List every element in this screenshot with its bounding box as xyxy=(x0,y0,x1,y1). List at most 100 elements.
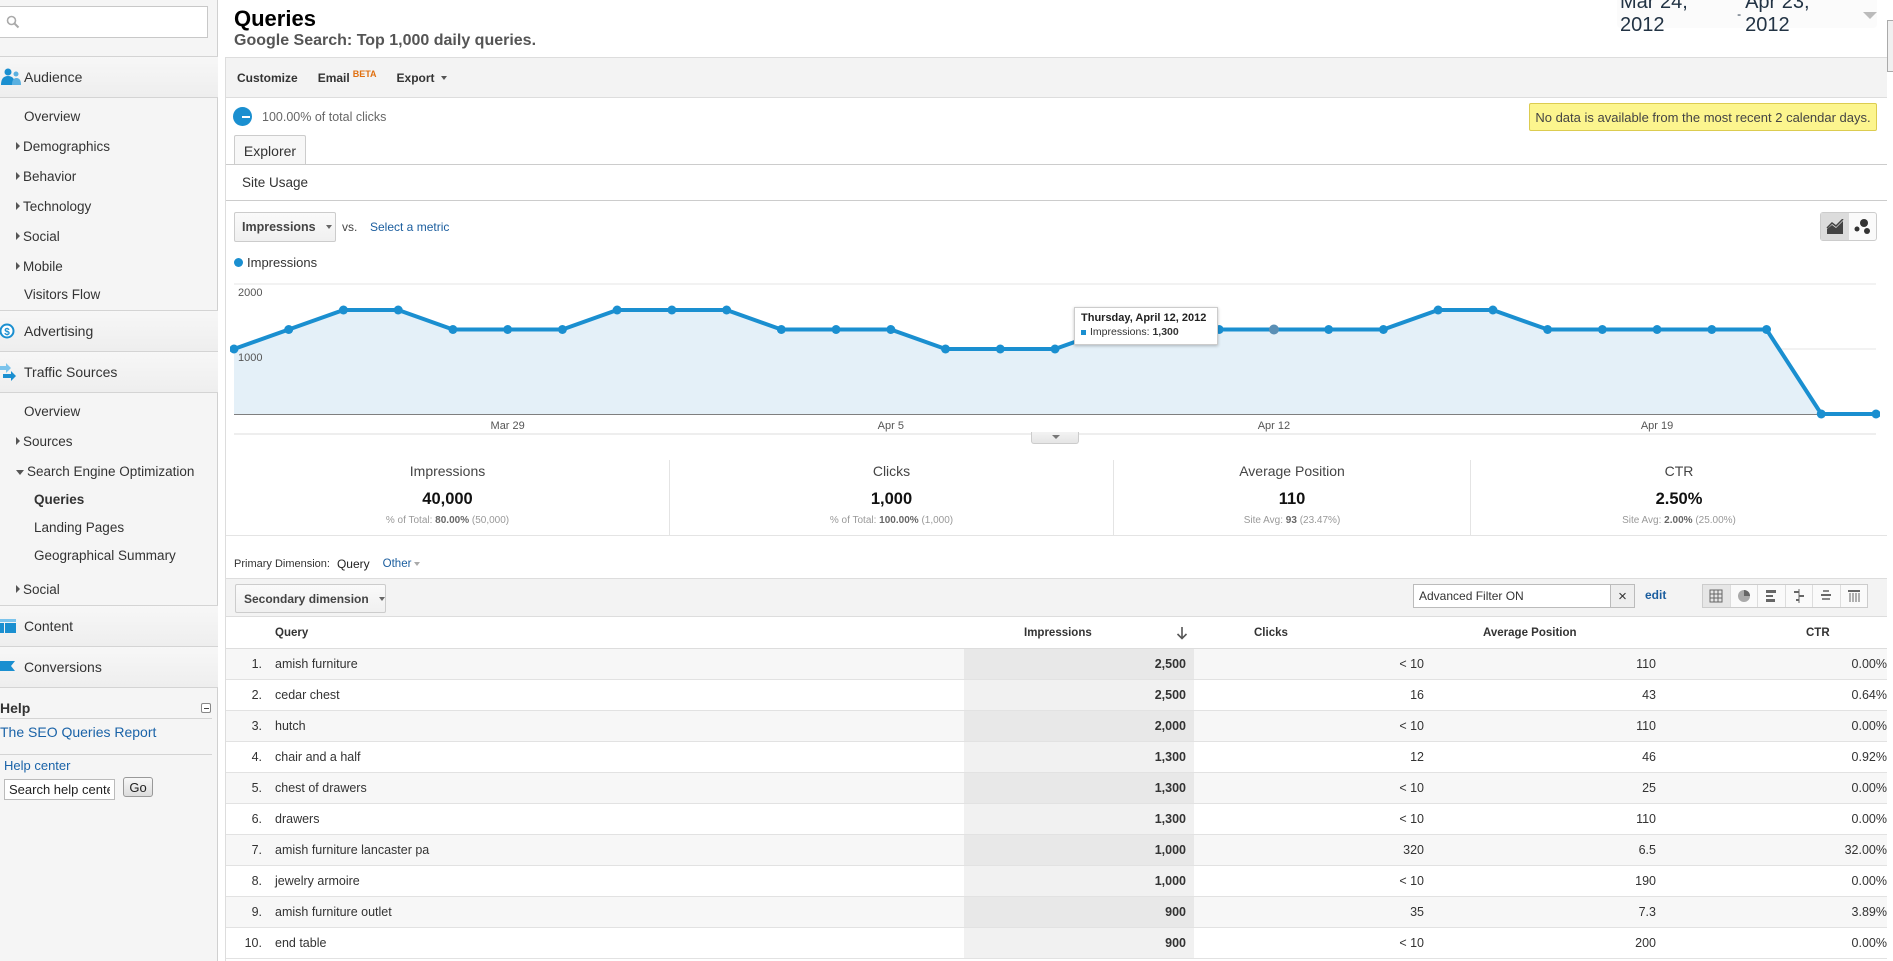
data-point-mar-28[interactable] xyxy=(448,325,458,334)
query-link[interactable]: amish furniture outlet xyxy=(262,905,964,919)
sidebar-section-content[interactable]: Content xyxy=(0,606,218,646)
column-header-impressions[interactable]: Impressions xyxy=(964,626,1194,640)
performance-view-button[interactable] xyxy=(1758,585,1786,607)
column-header-ctr[interactable]: CTR xyxy=(1656,627,1887,639)
motion-chart-button[interactable] xyxy=(1849,213,1877,240)
query-link[interactable]: amish furniture xyxy=(262,657,964,671)
help-article-link[interactable]: The SEO Queries Report xyxy=(0,724,156,740)
metric-selector[interactable]: Impressions xyxy=(234,212,336,242)
primary-dimension-other[interactable]: Other xyxy=(383,558,421,570)
data-point-apr-2[interactable] xyxy=(722,305,732,315)
query-link[interactable]: jewelry armoire xyxy=(262,874,964,888)
segment-indicator[interactable]: 100.00% of total clicks xyxy=(233,107,386,126)
table-row[interactable]: 1. amish furniture 2,500 < 10 110 0.00% xyxy=(226,649,1887,680)
tab-explorer[interactable]: Explorer xyxy=(234,135,306,165)
data-point-apr-8[interactable] xyxy=(1050,344,1060,354)
data-point-mar-31[interactable] xyxy=(612,305,622,315)
table-row[interactable]: 10. end table 900 < 10 200 0.00% xyxy=(226,928,1887,959)
sidebar-item-geographical-summary[interactable]: Geographical Summary xyxy=(34,544,176,566)
query-link[interactable]: chest of drawers xyxy=(262,781,964,795)
date-range-picker[interactable]: Mar 24, 2012 - Apr 23, 2012 xyxy=(1617,0,1877,36)
help-search-input[interactable] xyxy=(4,779,115,800)
table-row[interactable]: 7. amish furniture lancaster pa 1,000 320 6.… xyxy=(226,835,1887,866)
edit-filter-link[interactable]: edit xyxy=(1645,588,1666,602)
sidebar-search-input[interactable] xyxy=(0,6,208,38)
data-point-apr-23[interactable] xyxy=(1871,409,1881,419)
query-link[interactable]: amish furniture lancaster pa xyxy=(262,843,964,857)
advanced-filter-input[interactable]: Advanced Filter ON xyxy=(1413,584,1611,608)
data-point-mar-29[interactable] xyxy=(503,325,513,334)
table-row[interactable]: 4. chair and a half 1,300 12 46 0.92% xyxy=(226,742,1887,773)
column-header-average-position[interactable]: Average Position xyxy=(1424,627,1656,639)
data-point-apr-18[interactable] xyxy=(1597,325,1607,334)
data-point-mar-26[interactable] xyxy=(338,305,348,315)
primary-dimension-query[interactable]: Query xyxy=(337,557,370,571)
table-row[interactable]: 2. cedar chest 2,500 16 43 0.64% xyxy=(226,680,1887,711)
sidebar-item-technology[interactable]: Technology xyxy=(16,195,91,217)
sidebar-item-demographics[interactable]: Demographics xyxy=(16,135,110,157)
help-center-link[interactable]: Help center xyxy=(4,758,70,773)
data-point-apr-20[interactable] xyxy=(1707,325,1717,334)
sidebar-item-audience-overview[interactable]: Overview xyxy=(24,105,80,127)
data-point-apr-13[interactable] xyxy=(1324,325,1334,334)
sidebar-item-traffic-social[interactable]: Social xyxy=(16,578,60,600)
query-link[interactable]: end table xyxy=(262,936,964,950)
data-point-apr-17[interactable] xyxy=(1543,325,1553,334)
data-point-mar-27[interactable] xyxy=(393,305,403,315)
sidebar-item-audience-social[interactable]: Social xyxy=(16,225,60,247)
table-row[interactable]: 9. amish furniture outlet 900 35 7.3 3.89% xyxy=(226,897,1887,928)
column-header-clicks[interactable]: Clicks xyxy=(1194,627,1424,639)
customize-button[interactable]: Customize xyxy=(237,71,298,85)
table-row[interactable]: 6. drawers 1,300 < 10 110 0.00% xyxy=(226,804,1887,835)
email-button[interactable]: Email BETA xyxy=(318,69,377,85)
data-point-apr-4[interactable] xyxy=(831,325,841,334)
query-link[interactable]: drawers xyxy=(262,812,964,826)
sidebar-item-seo[interactable]: Search Engine Optimization xyxy=(16,460,194,482)
data-table-view-button[interactable] xyxy=(1703,585,1731,607)
tab-site-usage[interactable]: Site Usage xyxy=(242,175,308,190)
table-row[interactable]: 5. chest of drawers 1,300 < 10 25 0.00% xyxy=(226,773,1887,804)
query-link[interactable]: hutch xyxy=(262,719,964,733)
secondary-dimension-dropdown[interactable]: Secondary dimension xyxy=(235,584,386,613)
side-panel-handle[interactable] xyxy=(1887,20,1893,72)
sidebar-section-audience[interactable]: Audience xyxy=(0,57,218,97)
comparison-view-button[interactable] xyxy=(1786,585,1813,607)
data-point-mar-25[interactable] xyxy=(284,325,294,334)
sidebar-item-traffic-overview[interactable]: Overview xyxy=(24,400,80,422)
table-row[interactable]: 8. jewelry armoire 1,000 < 10 190 0.00% xyxy=(226,866,1887,897)
query-link[interactable]: chair and a half xyxy=(262,750,964,764)
clear-filter-button[interactable]: × xyxy=(1611,584,1635,608)
collapse-icon[interactable] xyxy=(201,703,211,713)
data-point-mar-30[interactable] xyxy=(557,325,567,334)
export-button[interactable]: Export xyxy=(397,71,447,85)
table-row[interactable]: 3. hutch 2,000 < 10 110 0.00% xyxy=(226,711,1887,742)
chart-collapse-toggle[interactable] xyxy=(1031,432,1079,444)
column-header-query[interactable]: Query xyxy=(226,627,964,639)
data-point-apr-12[interactable] xyxy=(1268,324,1279,335)
sidebar-section-conversions[interactable]: Conversions xyxy=(0,647,218,687)
sidebar-item-queries[interactable]: Queries xyxy=(34,488,84,510)
data-point-apr-14[interactable] xyxy=(1378,325,1388,334)
sidebar-item-visitors-flow[interactable]: Visitors Flow xyxy=(24,283,100,305)
select-metric-link[interactable]: Select a metric xyxy=(370,220,449,234)
data-point-apr-6[interactable] xyxy=(941,344,951,354)
sidebar-item-behavior[interactable]: Behavior xyxy=(16,165,76,187)
sidebar-item-sources[interactable]: Sources xyxy=(16,430,73,452)
sidebar-item-mobile[interactable]: Mobile xyxy=(16,255,63,277)
data-point-apr-16[interactable] xyxy=(1488,305,1498,315)
data-point-apr-5[interactable] xyxy=(886,325,896,334)
data-point-apr-7[interactable] xyxy=(995,344,1005,354)
pivot-view-button[interactable] xyxy=(1841,585,1868,607)
pie-view-button[interactable] xyxy=(1731,585,1758,607)
data-point-apr-22[interactable] xyxy=(1816,409,1826,419)
data-point-apr-3[interactable] xyxy=(776,325,786,334)
query-link[interactable]: cedar chest xyxy=(262,688,964,702)
line-chart-button[interactable] xyxy=(1821,213,1849,240)
help-go-button[interactable]: Go xyxy=(123,777,153,797)
data-point-apr-1[interactable] xyxy=(667,305,677,315)
data-point-apr-15[interactable] xyxy=(1433,305,1443,315)
sidebar-item-landing-pages[interactable]: Landing Pages xyxy=(34,516,124,538)
sidebar-section-traffic-sources[interactable]: Traffic Sources xyxy=(0,352,218,392)
term-cloud-view-button[interactable] xyxy=(1813,585,1841,607)
sidebar-section-advertising[interactable]: $ Advertising xyxy=(0,311,218,351)
